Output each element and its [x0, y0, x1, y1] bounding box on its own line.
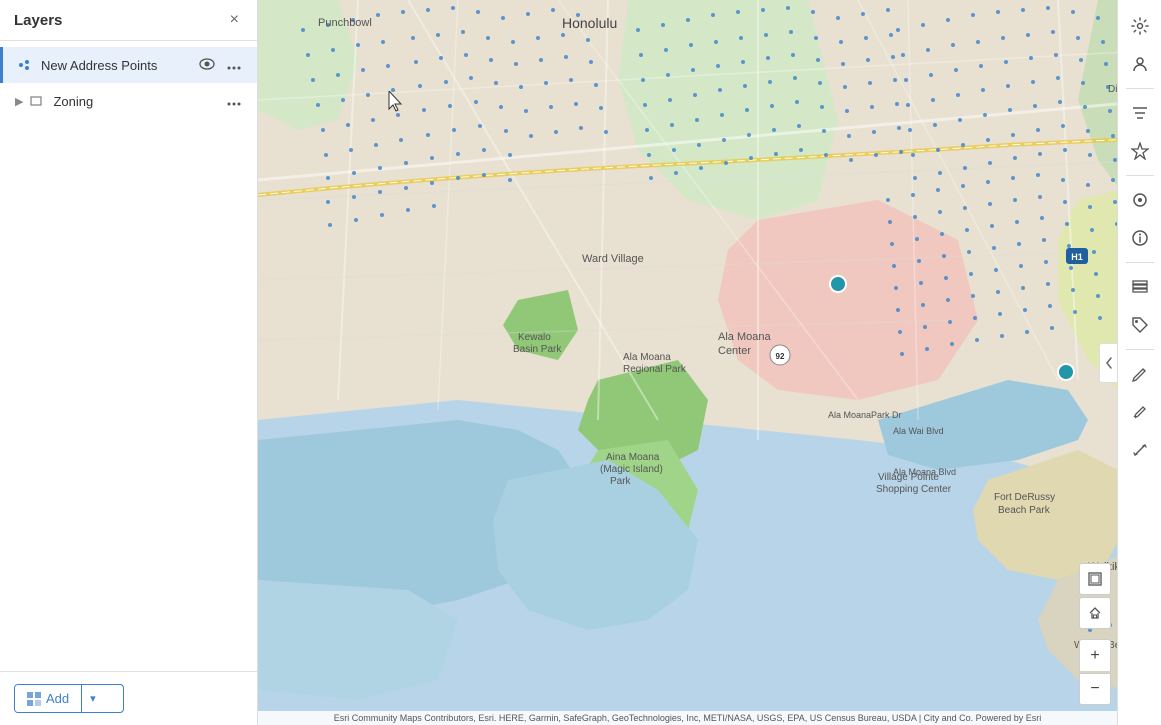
add-dropdown-button[interactable]: ▾	[81, 685, 104, 712]
tag-button[interactable]	[1122, 307, 1158, 343]
draw-button[interactable]	[1122, 394, 1158, 430]
collapse-toolbar-button[interactable]	[1099, 343, 1117, 383]
svg-text:Kewalo: Kewalo	[518, 332, 551, 343]
layer-actions	[195, 55, 245, 75]
attribution-text: Esri Community Maps Contributors, Esri. …	[334, 713, 1041, 723]
select-button[interactable]	[1122, 182, 1158, 218]
list-button[interactable]	[1122, 269, 1158, 305]
zoom-out-icon: −	[1090, 680, 1099, 698]
zoom-out-button[interactable]: −	[1079, 673, 1111, 705]
attribution-bar: Esri Community Maps Contributors, Esri. …	[258, 711, 1117, 725]
layer-name-zoning: Zoning	[53, 94, 223, 109]
user-button[interactable]	[1122, 46, 1158, 82]
svg-text:Ward Village: Ward Village	[582, 253, 644, 265]
edit-button[interactable]	[1122, 356, 1158, 392]
zoom-in-icon: +	[1090, 647, 1099, 665]
chevron-right-icon: ▶	[15, 95, 23, 108]
layer-item-zoning[interactable]: ▶ Zoning	[0, 83, 257, 119]
map-svg: H1 92	[258, 0, 1161, 725]
home-button[interactable]	[1079, 597, 1111, 629]
add-button-group: Add ▾	[14, 684, 124, 713]
sidebar-title: Layers	[14, 12, 62, 29]
toolbar-divider-2	[1126, 175, 1154, 176]
svg-text:Regional Park: Regional Park	[623, 364, 687, 375]
toolbar-divider-1	[1126, 88, 1154, 89]
svg-text:Center: Center	[718, 345, 751, 357]
svg-text:Basin Park: Basin Park	[513, 344, 562, 355]
svg-text:Ala Wai Blvd: Ala Wai Blvd	[893, 426, 944, 436]
measure-button[interactable]	[1122, 432, 1158, 468]
svg-text:H1: H1	[1071, 252, 1083, 262]
filter-button[interactable]	[1122, 95, 1158, 131]
svg-text:92: 92	[776, 352, 785, 361]
svg-text:Beach Park: Beach Park	[998, 505, 1051, 516]
toolbar-divider-3	[1126, 262, 1154, 263]
fullscreen-button[interactable]	[1079, 563, 1111, 595]
settings-button[interactable]	[1122, 8, 1158, 44]
svg-text:Ala Moana: Ala Moana	[623, 352, 671, 363]
zoom-in-button[interactable]: +	[1079, 639, 1111, 671]
add-button-label: Add	[46, 691, 69, 706]
zoning-more-button[interactable]	[223, 91, 245, 111]
navigation-controls	[1079, 563, 1111, 629]
add-feature-button[interactable]	[1122, 133, 1158, 169]
toolbar-divider-4	[1126, 349, 1154, 350]
layers-panel: Layers × New Address Points	[0, 0, 258, 725]
svg-text:Punchbowl: Punchbowl	[318, 17, 372, 29]
layer-name-new-address-points: New Address Points	[41, 58, 195, 73]
map-area[interactable]: H1 92	[258, 0, 1161, 725]
layer-type-icon	[15, 56, 33, 74]
layer-visibility-button[interactable]	[195, 55, 219, 75]
svg-text:Honolulu: Honolulu	[562, 15, 617, 31]
svg-text:Ala MoanaPark Dr: Ala MoanaPark Dr	[828, 410, 902, 420]
svg-text:Ala Moana: Ala Moana	[718, 331, 771, 343]
add-layer-section: Add ▾	[0, 671, 257, 725]
add-layer-button[interactable]: Add	[15, 685, 81, 712]
close-button[interactable]: ×	[226, 10, 243, 30]
svg-text:Aina Moana: Aina Moana	[606, 452, 660, 463]
layers-list: New Address Points	[0, 41, 257, 671]
layer-more-button[interactable]	[223, 55, 245, 75]
sidebar-header: Layers ×	[0, 0, 257, 41]
svg-text:(Magic Island): (Magic Island)	[600, 464, 663, 475]
info-button[interactable]	[1122, 220, 1158, 256]
layer-item-new-address-points[interactable]: New Address Points	[0, 47, 257, 83]
svg-text:Park: Park	[610, 476, 632, 487]
zoning-layer-actions	[223, 91, 245, 111]
svg-text:Shopping Center: Shopping Center	[876, 484, 952, 495]
map-bottom-controls: + −	[1079, 563, 1111, 705]
svg-text:Ala Moana Blvd: Ala Moana Blvd	[893, 467, 956, 477]
right-toolbar	[1117, 0, 1161, 725]
zoning-layer-icon	[27, 92, 45, 110]
svg-text:Fort DeRussy: Fort DeRussy	[994, 492, 1055, 503]
